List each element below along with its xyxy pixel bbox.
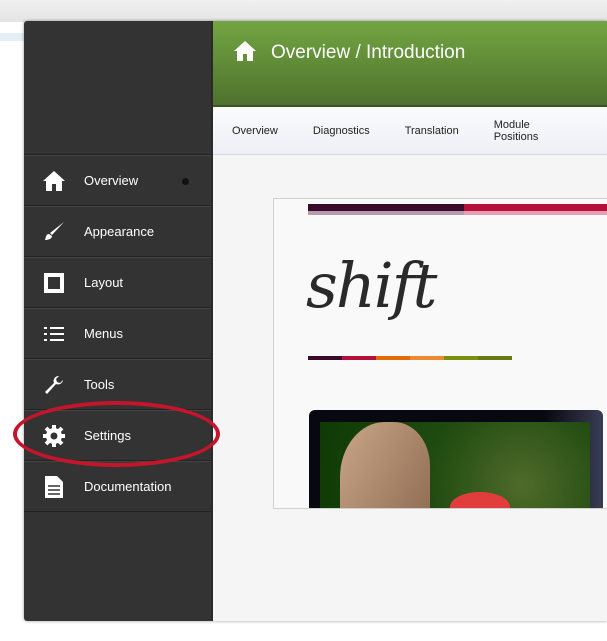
shift-logo: shift [306, 249, 437, 322]
page-title: Overview / Introduction [271, 42, 466, 63]
paintbrush-icon [24, 220, 84, 244]
color-swatch [410, 356, 444, 360]
sidebar-item-layout[interactable]: Layout [24, 257, 211, 308]
document-icon [24, 475, 84, 499]
sidebar-item-overview[interactable]: Overview [24, 155, 211, 206]
monitor-preview-image [309, 410, 603, 508]
overview-card: shift [273, 198, 607, 509]
background-strip [0, 33, 24, 41]
color-stripe [308, 204, 464, 211]
layout-icon [24, 272, 84, 294]
color-stripe [464, 204, 607, 211]
sidebar-item-label: Overview [84, 173, 139, 188]
brand-color-bar [308, 356, 512, 360]
sidebar-item-label: Documentation [84, 479, 172, 494]
color-stripe [308, 211, 464, 215]
sidebar-item-label: Layout [84, 275, 124, 290]
tab-diagnostics[interactable]: Diagnostics [313, 125, 370, 137]
tab-overview[interactable]: Overview [232, 125, 278, 137]
color-swatch [444, 356, 478, 360]
tab-bar: Overview Diagnostics Translation Module … [213, 107, 607, 155]
color-stripe [464, 211, 607, 215]
admin-window: Overview Appearance Layout Menus Tools S… [24, 21, 607, 621]
sidebar: Overview Appearance Layout Menus Tools S… [24, 21, 213, 621]
color-swatch [308, 356, 342, 360]
sidebar-item-appearance[interactable]: Appearance [24, 206, 211, 257]
color-swatch [376, 356, 410, 360]
page-header: Overview / Introduction [213, 21, 607, 107]
sidebar-item-label: Tools [84, 377, 115, 392]
home-icon [24, 169, 84, 193]
settings-highlight-ellipse [13, 401, 220, 467]
sidebar-item-label: Menus [84, 326, 124, 341]
list-icon [24, 325, 84, 343]
color-swatch [342, 356, 376, 360]
sidebar-item-documentation[interactable]: Documentation [24, 461, 211, 512]
sidebar-logo-area [24, 21, 211, 155]
active-indicator [182, 178, 189, 185]
color-swatch [478, 356, 512, 360]
home-icon [233, 39, 257, 68]
tab-translation[interactable]: Translation [405, 125, 459, 137]
sidebar-item-menus[interactable]: Menus [24, 308, 211, 359]
butterfly-image [320, 422, 590, 508]
tab-module-positions[interactable]: Module Positions [494, 119, 572, 143]
wrench-icon [24, 373, 84, 397]
browser-top-bar [0, 0, 607, 22]
sidebar-item-label: Appearance [84, 224, 155, 239]
